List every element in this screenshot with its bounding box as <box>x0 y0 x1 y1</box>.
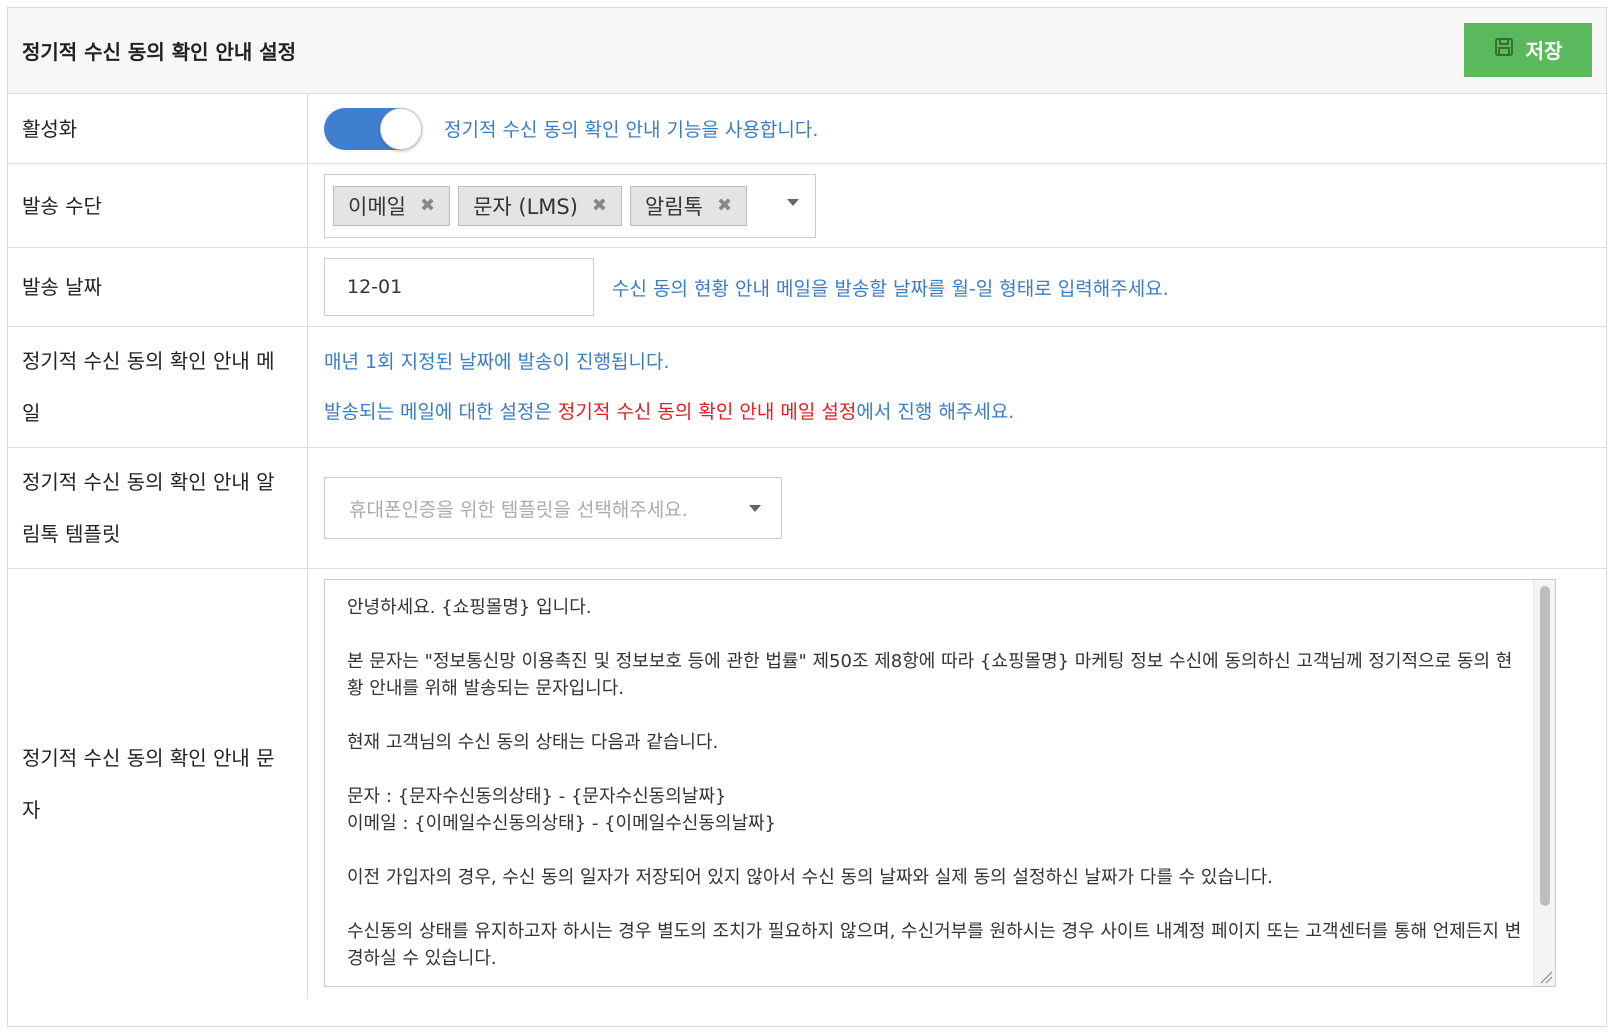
sms-label: 정기적 수신 동의 확인 안내 문자 <box>22 746 275 822</box>
remove-tag-icon[interactable]: ✖ <box>592 195 607 216</box>
sms-textarea[interactable]: 안녕하세요. {쇼핑몰명} 입니다. 본 문자는 "정보통신망 이용촉진 및 정… <box>324 579 1556 987</box>
row-value-alimtalk: 휴대폰인증을 위한 템플릿을 선택해주세요. <box>308 448 1606 568</box>
mail-line2-prefix: 발송되는 메일에 대한 설정은 <box>324 401 558 423</box>
send-date-input[interactable] <box>324 258 594 316</box>
page-title: 정기적 수신 동의 확인 안내 설정 <box>22 40 297 64</box>
row-label-activation: 활성화 <box>8 94 308 163</box>
settings-panel: 정기적 수신 동의 확인 안내 설정 저장 활성화 정기적 수신 동의 확인 안… <box>7 7 1607 1027</box>
row-value-mail: 매년 1회 지정된 날짜에 발송이 진행됩니다. 발송되는 메일에 대한 설정은… <box>308 327 1606 447</box>
remove-tag-icon[interactable]: ✖ <box>717 195 732 216</box>
panel-header: 정기적 수신 동의 확인 안내 설정 저장 <box>8 8 1606 94</box>
template-placeholder: 휴대폰인증을 위한 템플릿을 선택해주세요. <box>349 498 688 521</box>
send-date-hint: 수신 동의 현황 안내 메일을 발송할 날짜를 월-일 형태로 입력해주세요. <box>612 277 1169 300</box>
scrollbar[interactable] <box>1533 580 1555 986</box>
tag-sms: 문자 (LMS) ✖ <box>458 185 623 226</box>
chevron-down-icon[interactable] <box>787 198 799 206</box>
save-label: 저장 <box>1525 39 1563 63</box>
activation-toggle[interactable] <box>324 107 422 150</box>
chevron-down-icon <box>749 504 761 512</box>
row-send-method: 발송 수단 이메일 ✖ 문자 (LMS) ✖ 알림톡 ✖ <box>8 164 1606 248</box>
mail-line1: 매년 1회 지정된 날짜에 발송이 진행됩니다. <box>324 351 670 373</box>
row-activation: 활성화 정기적 수신 동의 확인 안내 기능을 사용합니다. <box>8 94 1606 164</box>
row-label-sms: 정기적 수신 동의 확인 안내 문자 <box>8 569 308 999</box>
alimtalk-label: 정기적 수신 동의 확인 안내 알림톡 템플릿 <box>22 470 275 546</box>
row-value-sms: 안녕하세요. {쇼핑몰명} 입니다. 본 문자는 "정보통신망 이용촉진 및 정… <box>308 569 1606 999</box>
row-label-alimtalk: 정기적 수신 동의 확인 안내 알림톡 템플릿 <box>8 448 308 568</box>
tag-email: 이메일 ✖ <box>333 185 451 226</box>
mail-settings-link[interactable]: 정기적 수신 동의 확인 안내 메일 설정 <box>558 401 856 423</box>
tag-label: 이메일 <box>348 194 406 219</box>
row-value-send-method: 이메일 ✖ 문자 (LMS) ✖ 알림톡 ✖ <box>308 164 1606 247</box>
mail-label: 정기적 수신 동의 확인 안내 메일 <box>22 349 275 425</box>
remove-tag-icon[interactable]: ✖ <box>420 195 435 216</box>
save-button[interactable]: 저장 <box>1464 22 1592 77</box>
mail-line2: 발송되는 메일에 대한 설정은 정기적 수신 동의 확인 안내 메일 설정에서 … <box>324 387 1014 437</box>
tag-label: 알림톡 <box>645 194 703 219</box>
row-value-send-date: 수신 동의 현황 안내 메일을 발송할 날짜를 월-일 형태로 입력해주세요. <box>308 248 1606 326</box>
toggle-knob <box>380 107 422 150</box>
row-label-mail: 정기적 수신 동의 확인 안내 메일 <box>8 327 308 447</box>
row-sms: 정기적 수신 동의 확인 안내 문자 안녕하세요. {쇼핑몰명} 입니다. 본 … <box>8 569 1606 999</box>
activation-hint: 정기적 수신 동의 확인 안내 기능을 사용합니다. <box>444 119 819 141</box>
row-mail: 정기적 수신 동의 확인 안내 메일 매년 1회 지정된 날짜에 발송이 진행됩… <box>8 327 1606 448</box>
tag-label: 문자 (LMS) <box>473 194 578 219</box>
row-label-send-date: 발송 날짜 <box>8 248 308 326</box>
tag-alimtalk: 알림톡 ✖ <box>630 185 748 226</box>
row-send-date: 발송 날짜 수신 동의 현황 안내 메일을 발송할 날짜를 월-일 형태로 입력… <box>8 248 1606 327</box>
floppy-disk-icon <box>1494 37 1514 62</box>
alimtalk-template-select[interactable]: 휴대폰인증을 위한 템플릿을 선택해주세요. <box>324 477 782 539</box>
row-label-send-method: 발송 수단 <box>8 164 308 247</box>
scroll-thumb[interactable] <box>1540 586 1550 906</box>
sms-text: 안녕하세요. {쇼핑몰명} 입니다. 본 문자는 "정보통신망 이용촉진 및 정… <box>347 597 1522 969</box>
resize-grip-icon[interactable] <box>1539 970 1553 984</box>
row-value-activation: 정기적 수신 동의 확인 안내 기능을 사용합니다. <box>308 94 1606 163</box>
send-method-select[interactable]: 이메일 ✖ 문자 (LMS) ✖ 알림톡 ✖ <box>324 173 816 238</box>
row-alimtalk: 정기적 수신 동의 확인 안내 알림톡 템플릿 휴대폰인증을 위한 템플릿을 선… <box>8 448 1606 569</box>
mail-line2-suffix: 에서 진행 해주세요. <box>856 401 1015 423</box>
